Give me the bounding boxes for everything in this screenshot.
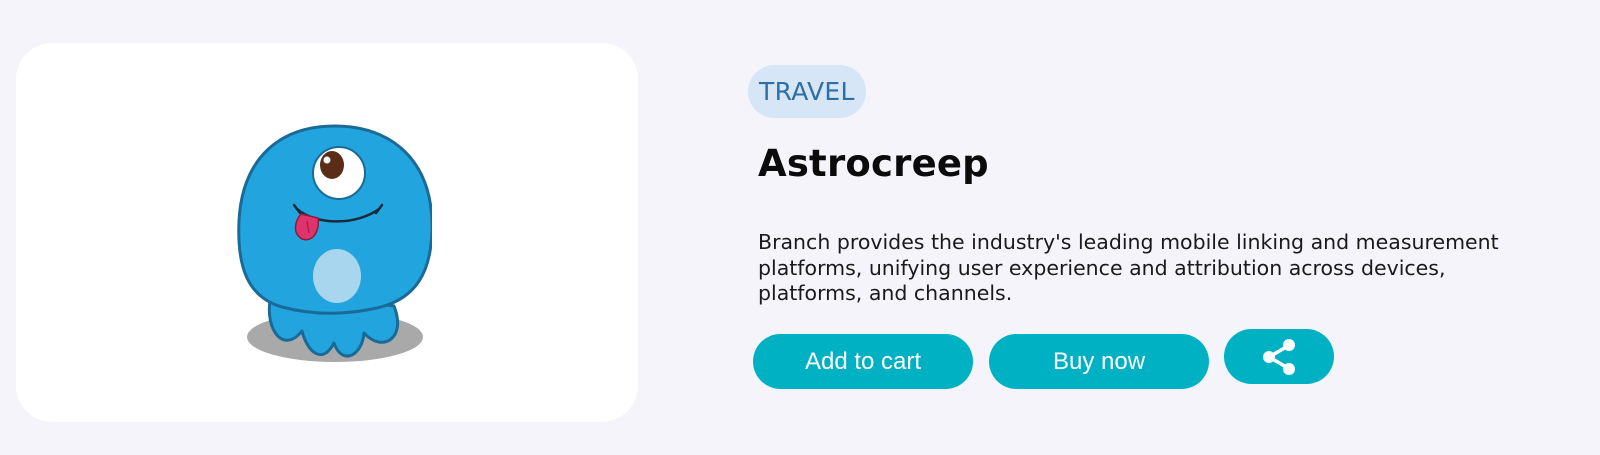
product-image-card <box>16 43 638 422</box>
product-details: TRAVEL Astrocreep Branch provides the in… <box>748 0 1568 455</box>
buy-now-button[interactable]: Buy now <box>989 334 1209 389</box>
product-title: Astrocreep <box>758 142 989 185</box>
product-description: Branch provides the industry's leading m… <box>758 230 1499 305</box>
add-to-cart-button[interactable]: Add to cart <box>753 334 973 389</box>
share-icon <box>1263 338 1295 375</box>
share-button[interactable] <box>1224 329 1334 384</box>
octopus-mascot-image <box>237 124 432 362</box>
category-badge[interactable]: TRAVEL <box>748 65 866 118</box>
